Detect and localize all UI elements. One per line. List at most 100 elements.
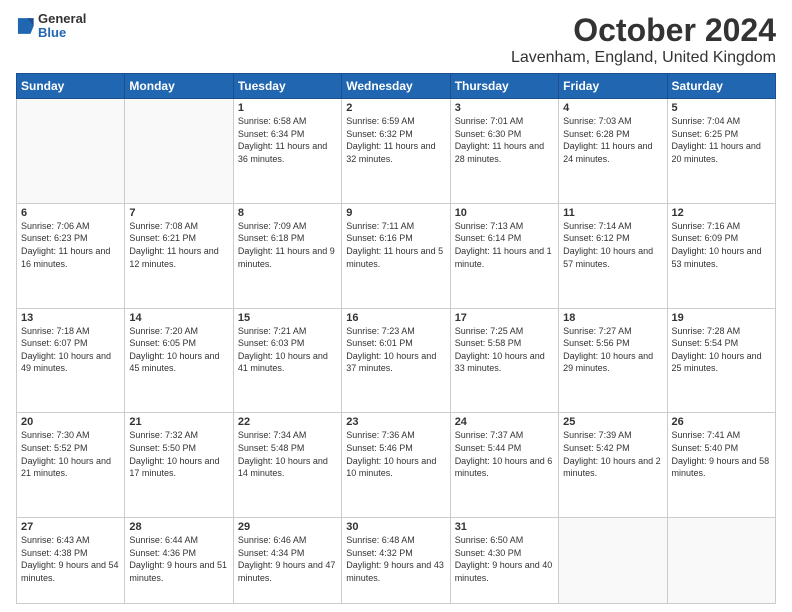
day-number: 6 xyxy=(21,207,120,219)
col-wednesday: Wednesday xyxy=(342,74,450,99)
calendar-cell: 9Sunrise: 7:11 AM Sunset: 6:16 PM Daylig… xyxy=(342,203,450,308)
title-block: October 2024 Lavenham, England, United K… xyxy=(511,12,776,67)
calendar-week-3: 13Sunrise: 7:18 AM Sunset: 6:07 PM Dayli… xyxy=(17,308,776,413)
calendar-cell: 24Sunrise: 7:37 AM Sunset: 5:44 PM Dayli… xyxy=(450,413,558,518)
day-number: 27 xyxy=(21,521,120,533)
day-info: Sunrise: 7:41 AM Sunset: 5:40 PM Dayligh… xyxy=(672,429,771,479)
calendar-cell: 16Sunrise: 7:23 AM Sunset: 6:01 PM Dayli… xyxy=(342,308,450,413)
day-info: Sunrise: 7:25 AM Sunset: 5:58 PM Dayligh… xyxy=(455,325,554,375)
calendar-cell: 28Sunrise: 6:44 AM Sunset: 4:36 PM Dayli… xyxy=(125,518,233,604)
day-info: Sunrise: 7:14 AM Sunset: 6:12 PM Dayligh… xyxy=(563,220,662,270)
day-number: 26 xyxy=(672,416,771,428)
day-info: Sunrise: 7:01 AM Sunset: 6:30 PM Dayligh… xyxy=(455,115,554,165)
logo-icon xyxy=(16,15,34,37)
calendar-table: Sunday Monday Tuesday Wednesday Thursday… xyxy=(16,73,776,604)
day-number: 21 xyxy=(129,416,228,428)
calendar-cell: 7Sunrise: 7:08 AM Sunset: 6:21 PM Daylig… xyxy=(125,203,233,308)
logo-text: General Blue xyxy=(38,12,86,41)
calendar-cell: 30Sunrise: 6:48 AM Sunset: 4:32 PM Dayli… xyxy=(342,518,450,604)
day-info: Sunrise: 7:32 AM Sunset: 5:50 PM Dayligh… xyxy=(129,429,228,479)
calendar-week-2: 6Sunrise: 7:06 AM Sunset: 6:23 PM Daylig… xyxy=(17,203,776,308)
day-number: 16 xyxy=(346,312,445,324)
day-number: 8 xyxy=(238,207,337,219)
calendar-week-5: 27Sunrise: 6:43 AM Sunset: 4:38 PM Dayli… xyxy=(17,518,776,604)
day-info: Sunrise: 6:43 AM Sunset: 4:38 PM Dayligh… xyxy=(21,534,120,584)
calendar-cell: 11Sunrise: 7:14 AM Sunset: 6:12 PM Dayli… xyxy=(559,203,667,308)
calendar-cell: 12Sunrise: 7:16 AM Sunset: 6:09 PM Dayli… xyxy=(667,203,775,308)
day-number: 3 xyxy=(455,102,554,114)
calendar-week-4: 20Sunrise: 7:30 AM Sunset: 5:52 PM Dayli… xyxy=(17,413,776,518)
day-info: Sunrise: 6:50 AM Sunset: 4:30 PM Dayligh… xyxy=(455,534,554,584)
day-info: Sunrise: 7:23 AM Sunset: 6:01 PM Dayligh… xyxy=(346,325,445,375)
day-number: 18 xyxy=(563,312,662,324)
col-saturday: Saturday xyxy=(667,74,775,99)
day-info: Sunrise: 7:34 AM Sunset: 5:48 PM Dayligh… xyxy=(238,429,337,479)
calendar-cell: 22Sunrise: 7:34 AM Sunset: 5:48 PM Dayli… xyxy=(233,413,341,518)
day-number: 30 xyxy=(346,521,445,533)
day-info: Sunrise: 6:59 AM Sunset: 6:32 PM Dayligh… xyxy=(346,115,445,165)
calendar-cell xyxy=(125,99,233,204)
calendar-cell: 19Sunrise: 7:28 AM Sunset: 5:54 PM Dayli… xyxy=(667,308,775,413)
calendar-cell: 21Sunrise: 7:32 AM Sunset: 5:50 PM Dayli… xyxy=(125,413,233,518)
day-number: 25 xyxy=(563,416,662,428)
calendar-cell: 17Sunrise: 7:25 AM Sunset: 5:58 PM Dayli… xyxy=(450,308,558,413)
calendar-cell: 3Sunrise: 7:01 AM Sunset: 6:30 PM Daylig… xyxy=(450,99,558,204)
header-row: Sunday Monday Tuesday Wednesday Thursday… xyxy=(17,74,776,99)
logo-blue: Blue xyxy=(38,26,86,40)
day-number: 9 xyxy=(346,207,445,219)
day-info: Sunrise: 7:20 AM Sunset: 6:05 PM Dayligh… xyxy=(129,325,228,375)
calendar-cell: 4Sunrise: 7:03 AM Sunset: 6:28 PM Daylig… xyxy=(559,99,667,204)
col-thursday: Thursday xyxy=(450,74,558,99)
calendar-cell: 5Sunrise: 7:04 AM Sunset: 6:25 PM Daylig… xyxy=(667,99,775,204)
day-info: Sunrise: 7:27 AM Sunset: 5:56 PM Dayligh… xyxy=(563,325,662,375)
calendar-cell: 14Sunrise: 7:20 AM Sunset: 6:05 PM Dayli… xyxy=(125,308,233,413)
day-info: Sunrise: 7:13 AM Sunset: 6:14 PM Dayligh… xyxy=(455,220,554,270)
day-number: 10 xyxy=(455,207,554,219)
day-number: 24 xyxy=(455,416,554,428)
day-info: Sunrise: 6:46 AM Sunset: 4:34 PM Dayligh… xyxy=(238,534,337,584)
col-friday: Friday xyxy=(559,74,667,99)
day-info: Sunrise: 7:09 AM Sunset: 6:18 PM Dayligh… xyxy=(238,220,337,270)
day-info: Sunrise: 7:04 AM Sunset: 6:25 PM Dayligh… xyxy=(672,115,771,165)
day-number: 4 xyxy=(563,102,662,114)
month-title: October 2024 xyxy=(511,12,776,49)
calendar-cell: 25Sunrise: 7:39 AM Sunset: 5:42 PM Dayli… xyxy=(559,413,667,518)
day-number: 14 xyxy=(129,312,228,324)
calendar-cell: 23Sunrise: 7:36 AM Sunset: 5:46 PM Dayli… xyxy=(342,413,450,518)
day-number: 5 xyxy=(672,102,771,114)
calendar-cell: 18Sunrise: 7:27 AM Sunset: 5:56 PM Dayli… xyxy=(559,308,667,413)
header: General Blue October 2024 Lavenham, Engl… xyxy=(16,12,776,67)
day-number: 17 xyxy=(455,312,554,324)
calendar-week-1: 1Sunrise: 6:58 AM Sunset: 6:34 PM Daylig… xyxy=(17,99,776,204)
day-number: 1 xyxy=(238,102,337,114)
day-number: 20 xyxy=(21,416,120,428)
calendar-cell: 26Sunrise: 7:41 AM Sunset: 5:40 PM Dayli… xyxy=(667,413,775,518)
day-info: Sunrise: 7:16 AM Sunset: 6:09 PM Dayligh… xyxy=(672,220,771,270)
calendar-cell: 2Sunrise: 6:59 AM Sunset: 6:32 PM Daylig… xyxy=(342,99,450,204)
calendar-cell: 20Sunrise: 7:30 AM Sunset: 5:52 PM Dayli… xyxy=(17,413,125,518)
day-number: 31 xyxy=(455,521,554,533)
day-info: Sunrise: 7:30 AM Sunset: 5:52 PM Dayligh… xyxy=(21,429,120,479)
day-info: Sunrise: 7:06 AM Sunset: 6:23 PM Dayligh… xyxy=(21,220,120,270)
location-title: Lavenham, England, United Kingdom xyxy=(511,49,776,67)
col-tuesday: Tuesday xyxy=(233,74,341,99)
day-number: 13 xyxy=(21,312,120,324)
day-number: 29 xyxy=(238,521,337,533)
logo-general: General xyxy=(38,12,86,26)
col-monday: Monday xyxy=(125,74,233,99)
day-number: 11 xyxy=(563,207,662,219)
calendar-cell: 13Sunrise: 7:18 AM Sunset: 6:07 PM Dayli… xyxy=(17,308,125,413)
day-info: Sunrise: 7:36 AM Sunset: 5:46 PM Dayligh… xyxy=(346,429,445,479)
calendar-cell xyxy=(17,99,125,204)
calendar-cell: 8Sunrise: 7:09 AM Sunset: 6:18 PM Daylig… xyxy=(233,203,341,308)
day-info: Sunrise: 7:03 AM Sunset: 6:28 PM Dayligh… xyxy=(563,115,662,165)
calendar-cell: 6Sunrise: 7:06 AM Sunset: 6:23 PM Daylig… xyxy=(17,203,125,308)
day-number: 2 xyxy=(346,102,445,114)
day-info: Sunrise: 7:37 AM Sunset: 5:44 PM Dayligh… xyxy=(455,429,554,479)
day-info: Sunrise: 7:08 AM Sunset: 6:21 PM Dayligh… xyxy=(129,220,228,270)
day-number: 19 xyxy=(672,312,771,324)
calendar-cell: 29Sunrise: 6:46 AM Sunset: 4:34 PM Dayli… xyxy=(233,518,341,604)
page: General Blue October 2024 Lavenham, Engl… xyxy=(0,0,792,612)
calendar-cell xyxy=(667,518,775,604)
calendar-cell: 10Sunrise: 7:13 AM Sunset: 6:14 PM Dayli… xyxy=(450,203,558,308)
